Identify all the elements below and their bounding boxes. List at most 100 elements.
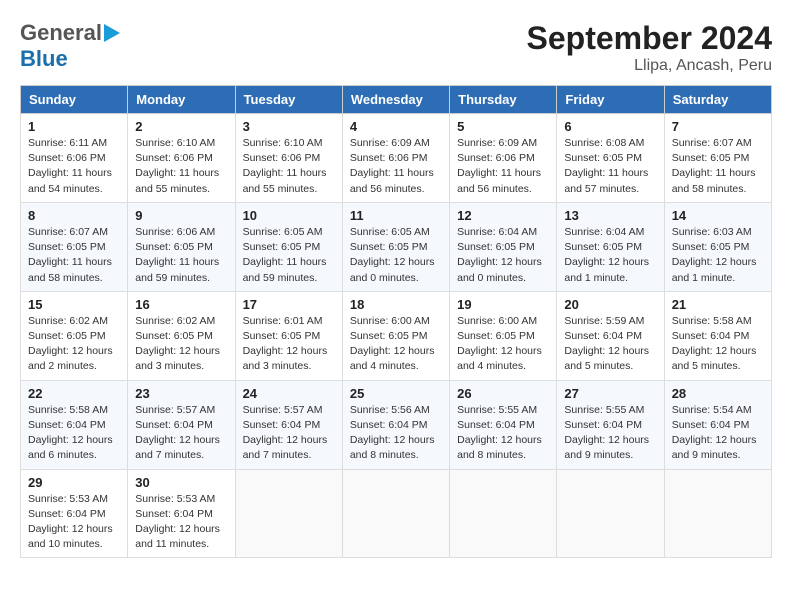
day-number: 24 [243,386,335,401]
col-tuesday: Tuesday [235,86,342,114]
day-number: 6 [564,119,656,134]
day-number: 28 [672,386,764,401]
day-info: Sunrise: 6:09 AMSunset: 6:06 PMDaylight:… [350,136,442,197]
page-header: General Blue September 2024 Llipa, Ancas… [20,20,772,75]
day-info: Sunrise: 6:08 AMSunset: 6:05 PMDaylight:… [564,136,656,197]
calendar-week-row: 22 Sunrise: 5:58 AMSunset: 6:04 PMDayligh… [21,380,772,469]
day-number: 15 [28,297,120,312]
calendar-header-row: Sunday Monday Tuesday Wednesday Thursday… [21,86,772,114]
day-info: Sunrise: 6:11 AMSunset: 6:06 PMDaylight:… [28,136,120,197]
calendar-cell: 15Sunrise: 6:02 AMSunset: 6:05 PMDayligh… [21,291,128,380]
calendar-cell: 5Sunrise: 6:09 AMSunset: 6:06 PMDaylight… [450,114,557,203]
col-saturday: Saturday [664,86,771,114]
calendar-cell: 20 Sunrise: 5:59 AMSunset: 6:04 PMDayligh… [557,291,664,380]
day-info: Sunrise: 5:56 AMSunset: 6:04 PMDaylight:… [350,403,442,464]
day-info: Sunrise: 6:00 AMSunset: 6:05 PMDaylight:… [350,314,442,375]
day-number: 9 [135,208,227,223]
calendar-week-row: 8Sunrise: 6:07 AMSunset: 6:05 PMDaylight… [21,202,772,291]
calendar-cell: 16 Sunrise: 6:02 AMSunset: 6:05 PMDayligh… [128,291,235,380]
title-block: September 2024 Llipa, Ancash, Peru [527,20,772,75]
day-number: 1 [28,119,120,134]
day-number: 23 [135,386,227,401]
day-number: 3 [243,119,335,134]
day-info: Sunrise: 5:55 AMSunset: 6:04 PMDaylight:… [457,403,549,464]
calendar-week-row: 15 Sunrise: 6:02 AMSunset: 6:05 PMDayligh… [21,291,772,380]
calendar-cell: 27Sunrise: 5:55 AMSunset: 6:04 PMDayligh… [557,380,664,469]
day-number: 7 [672,119,764,134]
calendar-cell: 4 Sunrise: 6:09 AMSunset: 6:06 PMDaylight… [342,114,449,203]
calendar-cell: 22 Sunrise: 5:58 AMSunset: 6:04 PMDayligh… [21,380,128,469]
calendar-cell: 29Sunrise: 5:53 AMSunset: 6:04 PMDayligh… [21,469,128,558]
calendar-cell: 26 Sunrise: 5:55 AMSunset: 6:04 PMDayligh… [450,380,557,469]
calendar-cell: 25 Sunrise: 5:56 AMSunset: 6:04 PMDayligh… [342,380,449,469]
col-thursday: Thursday [450,86,557,114]
calendar-cell: 13Sunrise: 6:04 AMSunset: 6:05 PMDayligh… [557,202,664,291]
calendar-cell [235,469,342,558]
logo-arrow-icon [104,24,120,42]
calendar-cell: 30 Sunrise: 5:53 AMSunset: 6:04 PMDayligh… [128,469,235,558]
calendar-cell: 21Sunrise: 5:58 AMSunset: 6:04 PMDayligh… [664,291,771,380]
day-info: Sunrise: 5:53 AMSunset: 6:04 PMDaylight:… [28,492,120,553]
day-info: Sunrise: 5:53 AMSunset: 6:04 PMDaylight:… [135,492,227,553]
calendar-week-row: 1 Sunrise: 6:11 AMSunset: 6:06 PMDaylight… [21,114,772,203]
logo-blue: Blue [20,46,68,71]
day-number: 30 [135,475,227,490]
day-info: Sunrise: 5:58 AMSunset: 6:04 PMDaylight:… [28,403,120,464]
day-number: 2 [135,119,227,134]
col-sunday: Sunday [21,86,128,114]
calendar-cell: 2Sunrise: 6:10 AMSunset: 6:06 PMDaylight… [128,114,235,203]
day-info: Sunrise: 6:01 AMSunset: 6:05 PMDaylight:… [243,314,335,375]
day-info: Sunrise: 6:04 AMSunset: 6:05 PMDaylight:… [564,225,656,286]
col-wednesday: Wednesday [342,86,449,114]
calendar-cell: 19 Sunrise: 6:00 AMSunset: 6:05 PMDayligh… [450,291,557,380]
calendar-table: Sunday Monday Tuesday Wednesday Thursday… [20,85,772,558]
calendar-cell: 7 Sunrise: 6:07 AMSunset: 6:05 PMDaylight… [664,114,771,203]
logo-general: General [20,20,102,46]
day-number: 25 [350,386,442,401]
calendar-cell: 9 Sunrise: 6:06 AMSunset: 6:05 PMDaylight… [128,202,235,291]
calendar-cell [557,469,664,558]
day-number: 4 [350,119,442,134]
calendar-cell: 18Sunrise: 6:00 AMSunset: 6:05 PMDayligh… [342,291,449,380]
calendar-cell: 12 Sunrise: 6:04 AMSunset: 6:05 PMDayligh… [450,202,557,291]
logo: General Blue [20,20,120,72]
calendar-week-row: 29Sunrise: 5:53 AMSunset: 6:04 PMDayligh… [21,469,772,558]
day-number: 19 [457,297,549,312]
day-info: Sunrise: 6:04 AMSunset: 6:05 PMDaylight:… [457,225,549,286]
col-monday: Monday [128,86,235,114]
day-info: Sunrise: 5:57 AMSunset: 6:04 PMDaylight:… [135,403,227,464]
calendar-cell: 23 Sunrise: 5:57 AMSunset: 6:04 PMDayligh… [128,380,235,469]
calendar-cell: 14Sunrise: 6:03 AMSunset: 6:05 PMDayligh… [664,202,771,291]
day-info: Sunrise: 6:02 AMSunset: 6:05 PMDaylight:… [135,314,227,375]
day-info: Sunrise: 5:54 AMSunset: 6:04 PMDaylight:… [672,403,764,464]
day-number: 26 [457,386,549,401]
calendar-cell: 24 Sunrise: 5:57 AMSunset: 6:04 PMDayligh… [235,380,342,469]
day-info: Sunrise: 6:09 AMSunset: 6:06 PMDaylight:… [457,136,549,197]
day-info: Sunrise: 5:58 AMSunset: 6:04 PMDaylight:… [672,314,764,375]
calendar-cell [342,469,449,558]
day-number: 20 [564,297,656,312]
day-info: Sunrise: 6:06 AMSunset: 6:05 PMDaylight:… [135,225,227,286]
calendar-cell [664,469,771,558]
day-info: Sunrise: 6:07 AMSunset: 6:05 PMDaylight:… [672,136,764,197]
day-info: Sunrise: 6:05 AMSunset: 6:05 PMDaylight:… [243,225,335,286]
calendar-cell [450,469,557,558]
calendar-cell: 10 Sunrise: 6:05 AMSunset: 6:05 PMDayligh… [235,202,342,291]
day-info: Sunrise: 5:57 AMSunset: 6:04 PMDaylight:… [243,403,335,464]
day-number: 10 [243,208,335,223]
calendar-cell: 1 Sunrise: 6:11 AMSunset: 6:06 PMDaylight… [21,114,128,203]
day-info: Sunrise: 5:55 AMSunset: 6:04 PMDaylight:… [564,403,656,464]
day-number: 12 [457,208,549,223]
calendar-cell: 28 Sunrise: 5:54 AMSunset: 6:04 PMDayligh… [664,380,771,469]
calendar-cell: 11 Sunrise: 6:05 AMSunset: 6:05 PMDayligh… [342,202,449,291]
day-info: Sunrise: 6:05 AMSunset: 6:05 PMDaylight:… [350,225,442,286]
day-number: 22 [28,386,120,401]
day-info: Sunrise: 6:10 AMSunset: 6:06 PMDaylight:… [243,136,335,197]
day-number: 14 [672,208,764,223]
calendar-cell: 8Sunrise: 6:07 AMSunset: 6:05 PMDaylight… [21,202,128,291]
day-info: Sunrise: 5:59 AMSunset: 6:04 PMDaylight:… [564,314,656,375]
day-number: 17 [243,297,335,312]
day-info: Sunrise: 6:00 AMSunset: 6:05 PMDaylight:… [457,314,549,375]
day-number: 11 [350,208,442,223]
day-number: 16 [135,297,227,312]
